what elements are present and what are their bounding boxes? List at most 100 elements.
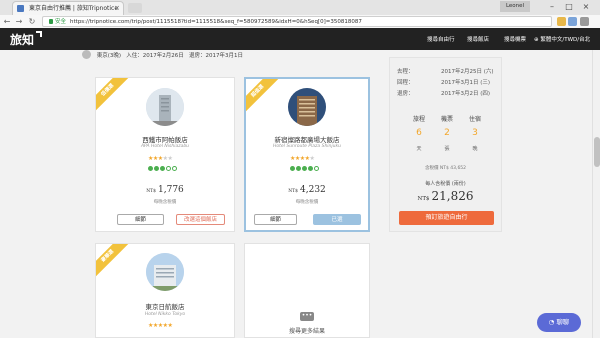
hotel-name[interactable]: 西鐵市阿帕飯店	[96, 134, 234, 144]
hotel-card-selected: 超值選 新宿燦路都廣場大飯店 Hotel Sunroute Plaza Shin…	[244, 77, 370, 232]
secure-label: 安全	[55, 19, 67, 25]
stat-value-nights: 3	[472, 128, 478, 138]
extension-icon[interactable]	[568, 17, 577, 26]
hotel-name-en: Hotel Sunroute Plaza Shinjuku	[273, 144, 341, 149]
site-favicon-icon	[17, 5, 24, 12]
ribbon-badge: 超值選	[246, 79, 281, 114]
hotel-price: NT$ 4,232	[246, 185, 368, 195]
stat-unit-nights: 晚	[472, 146, 478, 152]
window-close-icon[interactable]: ×	[580, 1, 592, 12]
nav-locale-label: 繁體中文/TWD/台北	[540, 37, 591, 43]
hotel-card: 豪華選 東京日航飯店 Hotel Nikko Tokyo ★★★★★	[95, 243, 235, 338]
selected-button[interactable]: 已選	[313, 214, 361, 225]
minimize-icon[interactable]: –	[546, 1, 558, 12]
trip-info-strip: 東京(3晚) 入住：2017年2月26日 退房：2017年3月1日	[82, 50, 392, 62]
hotel-name-en: APA Hotel Nishiazabu	[140, 144, 190, 149]
hotel-card: 低價選 西鐵市阿帕飯店 APA Hotel Nishiazabu ★★★★★ N…	[95, 77, 235, 232]
summary-row-return: 回程： 2017年3月1日 (三)	[397, 78, 497, 86]
nav-search-flights[interactable]: 搜尋機票	[504, 35, 526, 43]
price-note: 每晚含稅價	[295, 200, 319, 205]
chat-bubble-icon: ◔	[548, 318, 555, 326]
summary-row-label: 去程：	[397, 69, 414, 75]
price-currency: NT$	[288, 189, 299, 194]
globe-icon: ⊕	[534, 37, 539, 43]
page-scrollbar[interactable]	[592, 50, 600, 338]
choose-hotel-button[interactable]: 改選這個飯店	[176, 214, 225, 225]
details-button[interactable]: 細節	[254, 214, 297, 225]
total-value: 21,826	[431, 189, 474, 203]
hotel-icon	[82, 50, 91, 59]
back-icon[interactable]: ←	[2, 16, 12, 27]
star-icon[interactable]	[557, 17, 566, 26]
details-button[interactable]: 細節	[117, 214, 164, 225]
review-rating	[148, 166, 178, 171]
trip-destination: 東京(3晚)	[96, 53, 122, 59]
stat-title-nights: 住宿	[468, 116, 481, 123]
trip-checkin: 入住：2017年2月26日	[126, 53, 184, 59]
forward-icon[interactable]: →	[14, 16, 24, 27]
url-text: https://tripnotice.com/trip/post/1115518…	[70, 19, 362, 25]
stat-value-tickets: 2	[444, 128, 450, 138]
site-header: 旅知 搜尋自由行 搜尋飯店 搜尋機票 ⊕ 繁體中文/TWD/台北	[0, 28, 600, 50]
lock-icon	[49, 19, 53, 24]
ribbon-badge: 豪華選	[96, 244, 131, 279]
hotel-name[interactable]: 新宿燦路都廣場大飯店	[246, 134, 368, 144]
tab-close-icon[interactable]: ×	[114, 2, 120, 15]
summary-row-value: 2017年3月1日 (三)	[441, 80, 491, 86]
hotel-photo	[146, 253, 184, 291]
hotel-photo	[288, 88, 326, 126]
hotel-photo	[146, 88, 184, 126]
nav-search-trips[interactable]: 搜尋自由行	[427, 35, 455, 43]
stat-value-days: 6	[416, 128, 422, 138]
maximize-icon[interactable]: □	[563, 1, 575, 12]
stat-unit-tickets: 張	[444, 146, 450, 152]
stat-title-tickets: 機票	[440, 116, 453, 123]
chat-label: 聊聊	[556, 318, 570, 326]
summary-row-value: 2017年3月2日 (四)	[441, 91, 491, 97]
reload-icon[interactable]: ↻	[27, 16, 37, 27]
trip-checkout: 退房：2017年3月1日	[189, 53, 244, 59]
star-rating: ★★★★★	[148, 322, 173, 329]
tab-title: 東京自由行推薦 | 旅知Tripnotice	[29, 5, 119, 12]
ribbon-badge: 低價選	[96, 78, 131, 113]
total-currency: NT$	[417, 196, 430, 202]
stat-title-days: 旅程	[412, 116, 425, 123]
profile-badge[interactable]: Leonel	[500, 1, 530, 12]
site-logo[interactable]: 旅知	[10, 31, 34, 48]
chat-button[interactable]: ◔ 聊聊	[537, 313, 581, 332]
menu-icon[interactable]	[580, 17, 589, 26]
new-tab-button[interactable]	[128, 3, 142, 13]
scrollbar-thumb[interactable]	[594, 137, 600, 167]
review-rating	[290, 166, 320, 171]
per-person-label: 每人含稅價 (兩份)	[425, 181, 466, 187]
nav-locale[interactable]: ⊕ 繁體中文/TWD/台北	[534, 35, 590, 43]
book-trip-button[interactable]: 預訂旅遊自由行	[399, 211, 494, 225]
price-note: 每晚含稅價	[153, 200, 177, 205]
star-rating: ★★★★★	[148, 155, 173, 162]
address-bar[interactable]: 安全 https://tripnotice.com/trip/post/11155…	[42, 16, 552, 27]
price-currency: NT$	[146, 189, 157, 194]
per-person-total: NT$ 21,826	[390, 189, 501, 203]
hotel-name[interactable]: 東京日航飯店	[96, 301, 234, 311]
address-row: ← → ↻ 安全 https://tripnotice.com/trip/post…	[0, 15, 600, 28]
browser-tab[interactable]: 東京自由行推薦 | 旅知Tripnotice ×	[12, 1, 124, 15]
stat-unit-days: 天	[416, 146, 422, 152]
nav-search-hotels[interactable]: 搜尋飯店	[467, 35, 489, 43]
summary-row-depart: 去程： 2017年2月25日 (六)	[397, 67, 497, 75]
trip-summary-panel: 去程： 2017年2月25日 (六) 回程： 2017年3月1日 (三) 退房： 20…	[389, 57, 502, 232]
summary-row-value: 2017年2月25日 (六)	[441, 69, 494, 75]
price-value: 4,232	[300, 185, 326, 195]
more-results-label[interactable]: 搜尋更多結果	[245, 326, 369, 335]
price-value: 1,776	[158, 185, 184, 195]
more-results-card[interactable]: ••• 搜尋更多結果	[244, 243, 370, 338]
logo-arrow-icon	[36, 31, 42, 37]
summary-row-label: 退房：	[397, 91, 414, 97]
star-rating: ★★★★★	[290, 155, 315, 162]
hotel-name-en: Hotel Nikko Tokyo	[144, 312, 186, 317]
summary-row-label: 回程：	[397, 80, 414, 86]
more-icon: •••	[300, 312, 314, 321]
summary-row-checkout: 退房： 2017年3月2日 (四)	[397, 89, 497, 97]
hotel-price: NT$ 1,776	[96, 185, 234, 195]
tax-included-price: 含稅價 NT$ 43,652	[424, 166, 467, 171]
browser-chrome: 東京自由行推薦 | 旅知Tripnotice × Leonel – □ × ← …	[0, 0, 600, 28]
